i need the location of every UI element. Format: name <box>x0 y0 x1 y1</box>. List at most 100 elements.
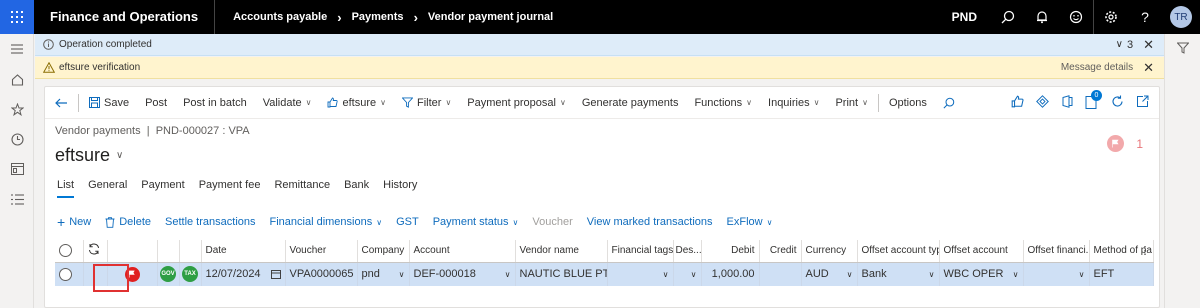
chevron-down-icon[interactable]: ∨ <box>929 270 935 279</box>
chevron-down-icon[interactable]: ∨ <box>1079 270 1085 279</box>
generate-payments-button[interactable]: Generate payments <box>574 87 687 119</box>
office-button[interactable] <box>1061 95 1073 111</box>
nav-expand-button[interactable] <box>0 34 34 64</box>
column-voucher[interactable]: Voucher <box>285 240 358 263</box>
eftsure-status-cell[interactable] <box>107 262 158 286</box>
delete-line-button[interactable]: Delete <box>105 216 151 228</box>
gst-button[interactable]: GST <box>396 216 419 228</box>
page-title[interactable]: eftsure ∨ <box>55 145 123 166</box>
column-debit[interactable]: Debit <box>701 240 760 263</box>
close-warning-button[interactable]: ✕ <box>1143 60 1154 76</box>
feedback-button[interactable] <box>1059 0 1093 34</box>
refresh-button[interactable] <box>1111 95 1124 111</box>
chevron-down-icon[interactable]: ∨ <box>1013 270 1019 279</box>
filter-pane-button[interactable] <box>1165 34 1200 62</box>
column-description[interactable]: Des... <box>673 240 702 263</box>
cell-voucher[interactable]: VPA0000065 <box>285 262 358 286</box>
back-button[interactable] <box>45 87 76 119</box>
cell-offset-financial[interactable]: ∨ <box>1023 262 1090 286</box>
tab-remittance[interactable]: Remittance <box>274 179 330 198</box>
cell-offset-account[interactable]: WBC OPER ∨ <box>939 262 1024 286</box>
chevron-down-icon[interactable]: ∨ <box>399 270 405 279</box>
attachments-button[interactable]: 0 <box>1085 90 1102 110</box>
action-search-button[interactable] <box>935 87 963 119</box>
column-company[interactable]: Company <box>357 240 410 263</box>
column-offset-financial[interactable]: Offset financi... <box>1023 240 1090 263</box>
column-currency[interactable]: Currency <box>801 240 858 263</box>
column-financial-tags[interactable]: Financial tags <box>607 240 674 263</box>
payment-proposal-menu[interactable]: Payment proposal ∨ <box>459 87 574 119</box>
close-info-button[interactable]: ✕ <box>1143 37 1154 53</box>
column-credit[interactable]: Credit <box>759 240 802 263</box>
expand-messages-button[interactable]: ∨ 3 <box>1116 39 1133 51</box>
select-all-checkbox[interactable] <box>55 240 84 263</box>
cell-company[interactable]: pnd ∨ <box>357 262 410 286</box>
refresh-status-column[interactable] <box>83 240 108 263</box>
help-button[interactable]: ? <box>1128 0 1162 34</box>
app-title[interactable]: Finance and Operations <box>34 0 216 34</box>
nav-modules-button[interactable] <box>0 184 34 214</box>
column-account[interactable]: Account <box>409 240 516 263</box>
company-picker[interactable]: PND <box>952 10 977 24</box>
filter-menu[interactable]: Filter ∨ <box>394 87 459 119</box>
save-button[interactable]: Save <box>81 87 137 119</box>
cell-account[interactable]: DEF-000018 ∨ <box>409 262 516 286</box>
search-button[interactable] <box>991 0 1025 34</box>
cell-vendor-name[interactable]: NAUTIC BLUE PT... <box>515 262 608 286</box>
tab-bank[interactable]: Bank <box>344 179 369 198</box>
tab-payment[interactable]: Payment <box>141 179 184 198</box>
nav-workspaces-button[interactable] <box>0 154 34 184</box>
tab-history[interactable]: History <box>383 179 417 198</box>
nav-home-button[interactable] <box>0 64 34 94</box>
column-offset-account[interactable]: Offset account <box>939 240 1024 263</box>
view-marked-transactions-button[interactable]: View marked transactions <box>587 216 713 228</box>
breadcrumb-vendor-payment-journal[interactable]: Vendor payment journal <box>428 11 553 23</box>
eftsure-menu[interactable]: eftsure ∨ <box>319 87 394 119</box>
new-line-button[interactable]: + New <box>57 214 91 230</box>
notifications-button[interactable] <box>1025 0 1059 34</box>
avatar[interactable]: TR <box>1170 6 1192 28</box>
cell-method-of-payment[interactable]: EFT <box>1089 262 1154 286</box>
column-offset-account-type[interactable]: Offset account type <box>857 240 940 263</box>
settle-transactions-button[interactable]: Settle transactions <box>165 216 256 228</box>
cell-debit[interactable]: 1,000.00 <box>701 262 760 286</box>
chevron-down-icon[interactable]: ∨ <box>691 270 697 279</box>
post-button[interactable]: Post <box>137 87 175 119</box>
validate-menu[interactable]: Validate ∨ <box>255 87 320 119</box>
power-apps-button[interactable] <box>1036 95 1049 111</box>
financial-dimensions-menu[interactable]: Financial dimensions ∨ <box>270 216 383 228</box>
tab-payment-fee[interactable]: Payment fee <box>199 179 261 198</box>
row-select-checkbox[interactable] <box>55 262 84 286</box>
cell-currency[interactable]: AUD ∨ <box>801 262 858 286</box>
breadcrumb-accounts-payable[interactable]: Accounts payable <box>233 11 327 23</box>
column-vendor-name[interactable]: Vendor name <box>515 240 608 263</box>
column-date[interactable]: Date <box>201 240 286 263</box>
message-details-link[interactable]: Message details <box>1061 62 1133 73</box>
chevron-down-icon[interactable]: ∨ <box>505 270 511 279</box>
column-method-of-payment[interactable]: Method of pa ⋮ <box>1089 240 1154 263</box>
voucher-button[interactable]: Voucher <box>532 216 572 228</box>
cell-offset-account-type[interactable]: Bank ∨ <box>857 262 940 286</box>
table-row[interactable]: GOV TAX 12/07/2024 VPA0000065 pnd ∨ DEF-… <box>55 262 1154 286</box>
settings-button[interactable] <box>1094 0 1128 34</box>
tab-list[interactable]: List <box>57 179 75 198</box>
post-in-batch-button[interactable]: Post in batch <box>175 87 255 119</box>
eftsure-verify-button[interactable] <box>1011 95 1024 111</box>
breadcrumb-payments[interactable]: Payments <box>352 11 404 23</box>
chevron-down-icon[interactable]: ∨ <box>847 270 853 279</box>
cell-description[interactable]: ∨ <box>673 262 702 286</box>
cell-date[interactable]: 12/07/2024 <box>201 262 286 286</box>
more-vertical-icon[interactable]: ⋮ <box>1140 244 1151 257</box>
inquiries-menu[interactable]: Inquiries ∨ <box>760 87 827 119</box>
eftsure-flag-summary[interactable]: 1 <box>1107 135 1143 152</box>
options-tab[interactable]: Options <box>881 87 935 119</box>
app-launcher-button[interactable] <box>0 0 34 34</box>
tab-general[interactable]: General <box>88 179 127 198</box>
open-new-window-button[interactable] <box>1136 95 1149 111</box>
exflow-menu[interactable]: ExFlow ∨ <box>727 216 773 228</box>
print-menu[interactable]: Print ∨ <box>827 87 875 119</box>
nav-recent-button[interactable] <box>0 124 34 154</box>
nav-favorites-button[interactable] <box>0 94 34 124</box>
chevron-down-icon[interactable]: ∨ <box>663 270 669 279</box>
calendar-icon[interactable] <box>270 269 281 280</box>
